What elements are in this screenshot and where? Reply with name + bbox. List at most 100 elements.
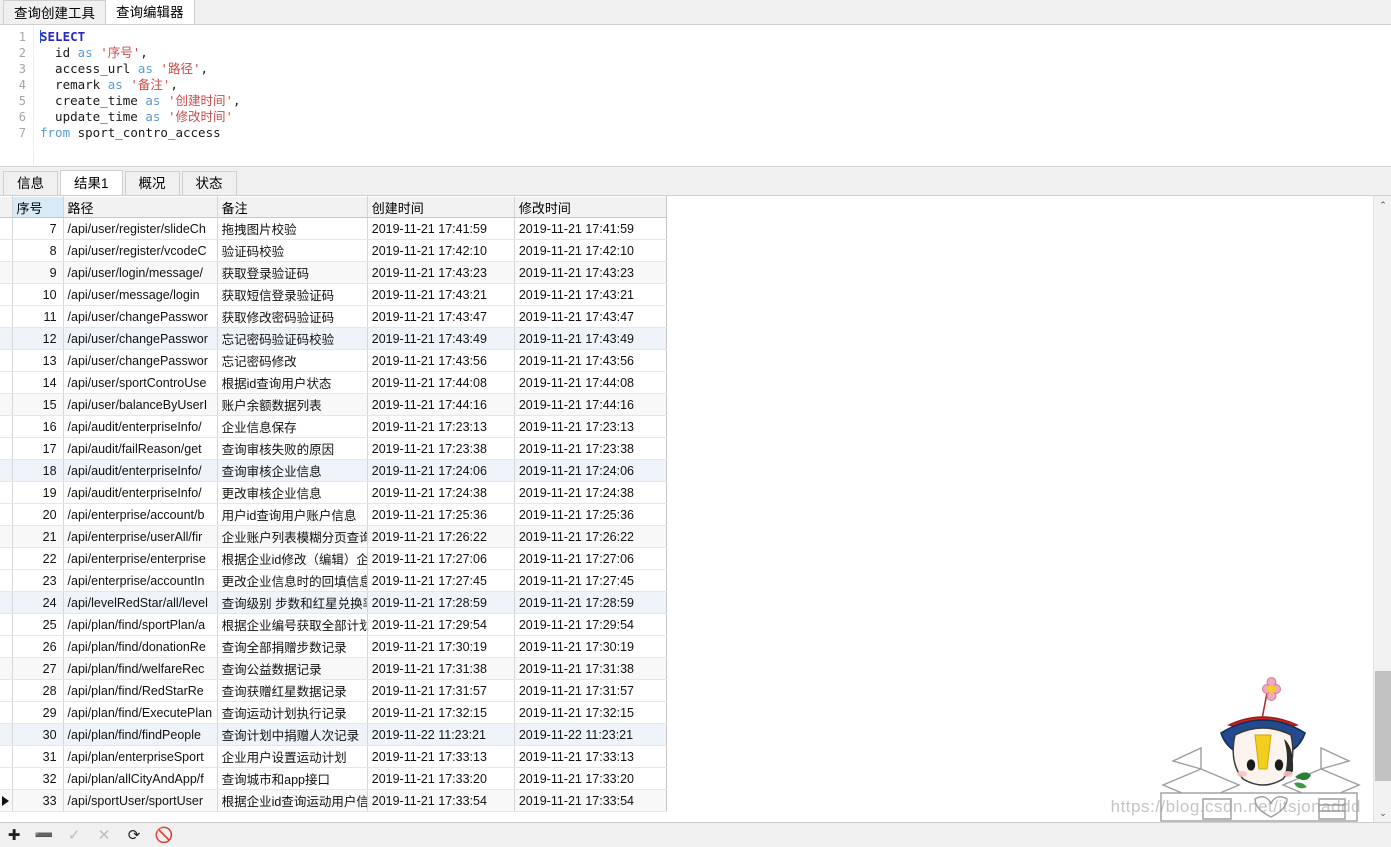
table-row[interactable]: 10/api/user/message/login 获取短信登录验证码 2019-1… <box>0 283 668 306</box>
cell-remark[interactable]: 查询全部捐赠步数记录 <box>217 635 368 658</box>
column-header-update-time[interactable]: 修改时间 <box>514 196 668 218</box>
refresh-button[interactable]: ⟳ <box>126 827 142 843</box>
row-marker-cell[interactable] <box>0 327 13 350</box>
cell-create-time[interactable]: 2019-11-21 17:33:13 <box>367 745 515 768</box>
tab-result1[interactable]: 结果1 <box>60 170 123 195</box>
cell-remark[interactable]: 根据企业id修改（编辑）企 <box>217 547 368 570</box>
sql-code[interactable]: 1 SELECT 2 id as '序号', 3 access_url as '路径'… <box>0 29 241 141</box>
cell-path[interactable]: /api/enterprise/account/b <box>63 503 218 526</box>
column-header-id[interactable]: 序号 <box>12 196 64 218</box>
cell-remark[interactable]: 验证码校验 <box>217 239 368 262</box>
row-marker-cell[interactable] <box>0 261 13 284</box>
cell-path[interactable]: /api/plan/find/sportPlan/a <box>63 613 218 636</box>
delete-record-button[interactable]: ➖ <box>35 827 54 843</box>
cell-remark[interactable]: 忘记密码修改 <box>217 349 368 372</box>
cell-id[interactable]: 10 <box>12 283 64 306</box>
cell-update-time[interactable]: 2019-11-21 17:27:06 <box>514 547 668 570</box>
cell-update-time[interactable]: 2019-11-21 17:42:10 <box>514 239 668 262</box>
column-header-path[interactable]: 路径 <box>63 196 218 218</box>
cell-id[interactable]: 31 <box>12 745 64 768</box>
cell-path[interactable]: /api/plan/find/ExecutePlan <box>63 701 218 724</box>
table-row[interactable]: 23/api/enterprise/accountIn 更改企业信息时的回填信息 2… <box>0 569 668 592</box>
row-marker-cell[interactable] <box>0 349 13 372</box>
cell-remark[interactable]: 根据id查询用户状态 <box>217 371 368 394</box>
cell-path[interactable]: /api/plan/find/findPeople <box>63 723 218 746</box>
cell-update-time[interactable]: 2019-11-21 17:33:20 <box>514 767 668 790</box>
tab-status[interactable]: 状态 <box>181 171 237 195</box>
table-row[interactable]: 7/api/user/register/slideCh 拖拽图片校验 2019-11… <box>0 217 668 240</box>
cell-path[interactable]: /api/audit/failReason/get <box>63 437 218 460</box>
cell-remark[interactable]: 查询计划中捐赠人次记录 <box>217 723 368 746</box>
cell-create-time[interactable]: 2019-11-21 17:24:38 <box>367 481 515 504</box>
cell-create-time[interactable]: 2019-11-21 17:41:59 <box>367 217 515 240</box>
cell-update-time[interactable]: 2019-11-21 17:44:16 <box>514 393 668 416</box>
row-marker-cell[interactable] <box>0 283 13 306</box>
cell-create-time[interactable]: 2019-11-21 17:43:23 <box>367 261 515 284</box>
cell-id[interactable]: 21 <box>12 525 64 548</box>
row-marker-cell[interactable] <box>0 503 13 526</box>
cell-remark[interactable]: 账户余额数据列表 <box>217 393 368 416</box>
cell-id[interactable]: 20 <box>12 503 64 526</box>
cell-create-time[interactable]: 2019-11-21 17:43:47 <box>367 305 515 328</box>
row-marker-cell[interactable] <box>0 613 13 636</box>
cell-id[interactable]: 25 <box>12 613 64 636</box>
scroll-up-arrow-icon[interactable]: ⌃ <box>1374 196 1391 214</box>
table-row[interactable]: 13/api/user/changePasswor 忘记密码修改 2019-11-2… <box>0 349 668 372</box>
cell-path[interactable]: /api/user/changePasswor <box>63 305 218 328</box>
cell-path[interactable]: /api/enterprise/userAll/fir <box>63 525 218 548</box>
cell-path[interactable]: /api/plan/find/donationRe <box>63 635 218 658</box>
tab-info[interactable]: 信息 <box>3 171 58 195</box>
table-row[interactable]: 30/api/plan/find/findPeople 查询计划中捐赠人次记录 20… <box>0 723 668 746</box>
cell-update-time[interactable]: 2019-11-21 17:27:45 <box>514 569 668 592</box>
row-marker-cell[interactable] <box>0 591 13 614</box>
cell-remark[interactable]: 企业信息保存 <box>217 415 368 438</box>
cell-update-time[interactable]: 2019-11-21 17:24:06 <box>514 459 668 482</box>
cell-create-time[interactable]: 2019-11-21 17:42:10 <box>367 239 515 262</box>
cell-remark[interactable]: 查询级别 步数和红星兑换率 <box>217 591 368 614</box>
column-header-remark[interactable]: 备注 <box>217 196 368 218</box>
cell-create-time[interactable]: 2019-11-22 11:23:21 <box>367 723 515 746</box>
cell-id[interactable]: 23 <box>12 569 64 592</box>
cell-id[interactable]: 17 <box>12 437 64 460</box>
cell-id[interactable]: 13 <box>12 349 64 372</box>
cell-create-time[interactable]: 2019-11-21 17:25:36 <box>367 503 515 526</box>
table-row[interactable]: 18/api/audit/enterpriseInfo/查询审核企业信息 2019… <box>0 459 668 482</box>
table-row[interactable]: 11/api/user/changePasswor 获取修改密码验证码 2019-1… <box>0 305 668 328</box>
result-grid-container[interactable]: 序号 路径 备注 创建时间 修改时间 7/api/user/register/s… <box>0 196 1391 822</box>
table-row[interactable]: 8/api/user/register/vcodeC 验证码校验 2019-11-2… <box>0 239 668 262</box>
row-marker-cell[interactable] <box>0 459 13 482</box>
cell-remark[interactable]: 查询获赠红星数据记录 <box>217 679 368 702</box>
cell-id[interactable]: 32 <box>12 767 64 790</box>
cell-remark[interactable]: 查询审核企业信息 <box>217 459 368 482</box>
cell-path[interactable]: /api/audit/enterpriseInfo/ <box>63 459 218 482</box>
row-marker-cell[interactable] <box>0 217 13 240</box>
cell-remark[interactable]: 查询城市和app接口 <box>217 767 368 790</box>
result-grid-vscrollbar[interactable]: ⌃ ⌄ <box>1373 196 1391 822</box>
row-marker-cell[interactable] <box>0 745 13 768</box>
row-marker-cell[interactable] <box>0 701 13 724</box>
column-header-create-time[interactable]: 创建时间 <box>367 196 515 218</box>
cell-remark[interactable]: 查询审核失败的原因 <box>217 437 368 460</box>
row-marker-cell[interactable] <box>0 767 13 790</box>
cell-path[interactable]: /api/plan/find/RedStarRe <box>63 679 218 702</box>
cell-create-time[interactable]: 2019-11-21 17:44:16 <box>367 393 515 416</box>
cell-update-time[interactable]: 2019-11-21 17:29:54 <box>514 613 668 636</box>
row-marker-cell[interactable] <box>0 371 13 394</box>
table-row[interactable]: 15/api/user/balanceByUserI 账户余额数据列表 2019-1… <box>0 393 668 416</box>
cell-update-time[interactable]: 2019-11-21 17:43:56 <box>514 349 668 372</box>
row-marker-cell[interactable] <box>0 679 13 702</box>
row-marker-cell[interactable] <box>0 569 13 592</box>
cell-path[interactable]: /api/audit/enterpriseInfo/ <box>63 415 218 438</box>
cell-create-time[interactable]: 2019-11-21 17:23:13 <box>367 415 515 438</box>
cell-create-time[interactable]: 2019-11-21 17:43:56 <box>367 349 515 372</box>
cell-id[interactable]: 26 <box>12 635 64 658</box>
cell-id[interactable]: 15 <box>12 393 64 416</box>
sql-editor[interactable]: 1 SELECT 2 id as '序号', 3 access_url as '路径'… <box>0 25 1391 165</box>
cell-create-time[interactable]: 2019-11-21 17:30:19 <box>367 635 515 658</box>
cell-remark[interactable]: 用户id查询用户账户信息 <box>217 503 368 526</box>
cell-remark[interactable]: 更改企业信息时的回填信息 <box>217 569 368 592</box>
cell-create-time[interactable]: 2019-11-21 17:23:38 <box>367 437 515 460</box>
cell-path[interactable]: /api/user/message/login <box>63 283 218 306</box>
cell-path[interactable]: /api/enterprise/enterprise <box>63 547 218 570</box>
cell-create-time[interactable]: 2019-11-21 17:27:06 <box>367 547 515 570</box>
